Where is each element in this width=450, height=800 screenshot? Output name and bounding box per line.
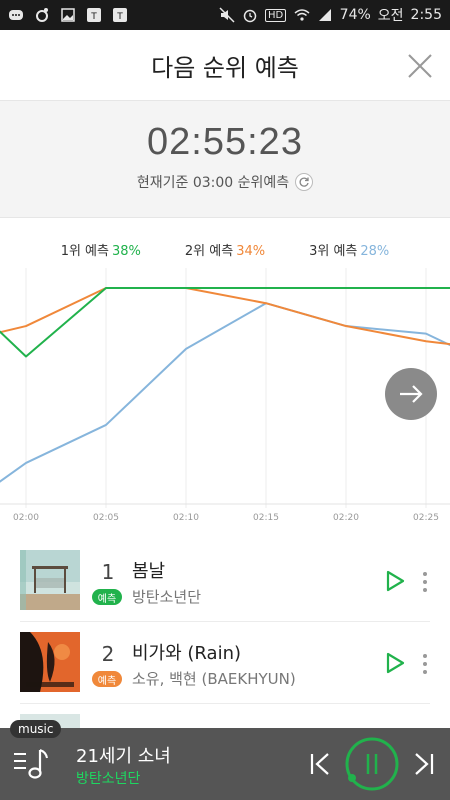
image-icon [60, 7, 76, 23]
album-cover [20, 632, 80, 692]
prediction-basis-text: 현재기준 03:00 순위예측 [136, 175, 290, 191]
play-button[interactable] [384, 652, 406, 674]
list-item[interactable]: 1 예측 봄날 방탄소년단 [20, 540, 430, 622]
play-icon [386, 570, 405, 592]
play-icon [386, 652, 405, 674]
music-tag: music [10, 720, 62, 738]
more-options-button[interactable] [418, 570, 432, 594]
previous-button[interactable] [308, 750, 334, 778]
talk-icon: T [86, 7, 102, 23]
legend-item-rank1: 1위 예측 38% [61, 240, 141, 259]
mini-player: music 21세기 소녀 방탄소년단 [0, 720, 450, 800]
rank-number: 1 [101, 560, 115, 584]
close-icon [408, 54, 432, 78]
refresh-icon [299, 177, 309, 187]
legend-label: 2위 예측 [184, 244, 234, 259]
wifi-icon [294, 7, 310, 23]
x-tick-label: 02:20 [333, 513, 359, 523]
x-tick-label: 02:25 [413, 513, 439, 523]
x-tick-label: 02:15 [253, 513, 279, 523]
list-item[interactable]: 2 예측 비가와 (Rain) 소유, 백현 (BAEKHYUN) [20, 622, 430, 704]
prediction-badge: 예측 [92, 671, 122, 687]
legend-label: 1위 예측 [60, 244, 109, 259]
pause-button[interactable] [344, 736, 400, 792]
legend-pct: 28% [360, 244, 390, 259]
svg-text:T: T [90, 12, 97, 22]
status-bar: T T HD 74% 오전 2:55 [0, 0, 450, 30]
song-title: 봄날 [132, 561, 166, 582]
playlist-button[interactable] [14, 746, 50, 782]
alarm-icon [242, 7, 258, 23]
countdown-panel: 02:55:23 현재기준 03:00 순위예측 [0, 100, 450, 218]
countdown-timer: 02:55:23 [147, 121, 303, 163]
page-title: 다음 순위 예측 [151, 53, 299, 82]
artist-name: 방탄소년단 [132, 588, 202, 606]
chat-icon [8, 7, 24, 23]
legend-item-rank2: 2위 예측 34% [185, 240, 265, 259]
battery-level: 74% [339, 7, 371, 23]
chart-legend: 1위 예측 38% 2위 예측 34% 3위 예측 28% [0, 240, 450, 259]
playlist-music-icon [14, 749, 48, 779]
play-button[interactable] [384, 570, 406, 592]
circle-icon [34, 7, 50, 23]
now-playing-title: 21세기 소녀 [76, 746, 171, 767]
legend-item-rank3: 3위 예측 28% [309, 240, 389, 259]
series-line-rank1 [0, 287, 450, 358]
status-notification-icons: T T [8, 7, 128, 23]
next-button[interactable] [410, 750, 436, 778]
header: 다음 순위 예측 [0, 30, 450, 100]
x-tick-label: 02:00 [13, 513, 39, 523]
skip-next-icon [415, 753, 434, 775]
close-button[interactable] [406, 52, 434, 80]
prediction-basis: 현재기준 03:00 순위예측 [0, 172, 450, 192]
rank-number: 2 [101, 642, 115, 666]
status-ampm: 오전 [377, 8, 404, 24]
svg-text:T: T [116, 12, 123, 22]
more-vertical-icon [423, 654, 427, 674]
more-options-button[interactable] [418, 652, 432, 676]
now-playing-artist: 방탄소년단 [76, 771, 141, 787]
skip-previous-icon [310, 753, 329, 775]
artist-name: 소유, 백현 (BAEKHYUN) [132, 670, 296, 688]
legend-pct: 38% [111, 244, 141, 259]
album-cover [20, 550, 80, 610]
talk-icon: T [112, 7, 128, 23]
series-line-rank3 [0, 302, 450, 483]
prediction-chart-svg: 02:00 02:05 02:10 02:15 02:20 02:25 [0, 268, 450, 523]
prediction-badge: 예측 [92, 589, 122, 605]
song-title: 비가와 (Rain) [132, 643, 241, 664]
pause-icon [345, 737, 399, 791]
status-time: 2:55 [410, 7, 442, 23]
legend-label: 3위 예측 [309, 244, 358, 259]
refresh-button[interactable] [295, 173, 314, 191]
hd-icon: HD [265, 7, 287, 23]
x-tick-label: 02:10 [173, 513, 199, 523]
prediction-chart: 02:00 02:05 02:10 02:15 02:20 02:25 [0, 268, 450, 538]
status-system-icons: HD 74% 오전 2:55 [219, 5, 442, 25]
mute-icon [219, 7, 235, 23]
legend-pct: 34% [236, 244, 266, 259]
arrow-right-icon [400, 385, 423, 403]
series-line-rank2 [0, 287, 450, 346]
signal-icon [317, 7, 333, 23]
more-vertical-icon [423, 572, 427, 592]
chart-next-button[interactable] [385, 368, 437, 420]
x-tick-label: 02:05 [93, 513, 119, 523]
